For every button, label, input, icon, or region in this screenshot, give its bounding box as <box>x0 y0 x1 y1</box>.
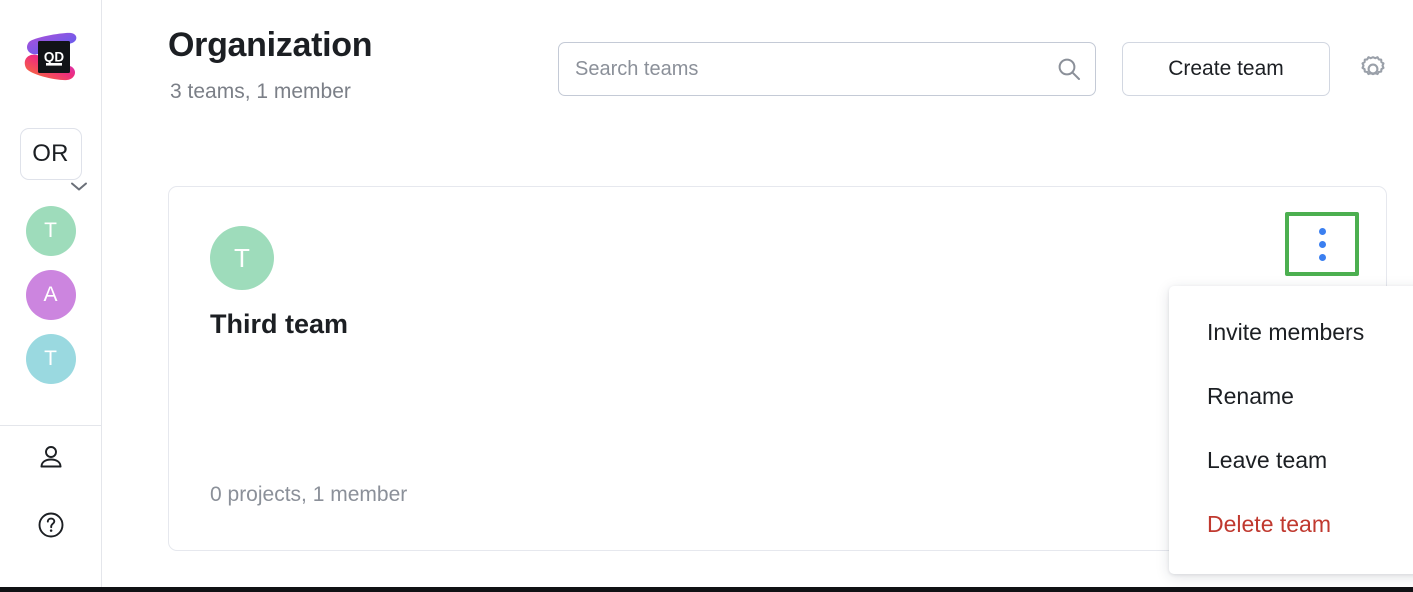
team-avatar: T <box>210 226 274 290</box>
search-input[interactable] <box>558 42 1096 96</box>
create-team-button[interactable]: Create team <box>1122 42 1330 96</box>
sidebar-bottom-actions <box>0 440 101 542</box>
org-switcher[interactable]: OR <box>19 128 87 191</box>
bottom-rule <box>0 587 1413 592</box>
app-root: QD OR T A T Organization 3 teams, 1 memb… <box>0 0 1413 592</box>
team-avatar-initial: T <box>234 242 250 273</box>
qodana-logo[interactable]: QD <box>20 26 82 88</box>
menu-item-leave-team[interactable]: Leave team <box>1169 428 1413 492</box>
sidebar-avatar-list: T A T <box>25 206 76 384</box>
team-name: Third team <box>210 309 349 339</box>
kebab-dot <box>1318 253 1326 261</box>
team-meta: 0 projects, 1 member <box>210 483 408 506</box>
kebab-dot <box>1318 240 1326 248</box>
sidebar-avatar-initial: A <box>43 283 58 306</box>
gear-icon[interactable] <box>1354 50 1392 88</box>
menu-item-delete-team[interactable]: Delete team <box>1169 492 1413 556</box>
page-subtitle: 3 teams, 1 member <box>170 80 351 103</box>
search-teams-field <box>558 42 1096 96</box>
page-title: Organization <box>168 26 373 64</box>
sidebar-avatar-1[interactable]: A <box>25 270 76 320</box>
sidebar-divider <box>0 425 101 426</box>
sidebar-avatar-initial: T <box>44 219 57 242</box>
menu-item-rename[interactable]: Rename <box>1169 364 1413 428</box>
person-icon[interactable] <box>34 440 68 474</box>
team-context-menu: Invite members Rename Leave team Delete … <box>1169 286 1413 574</box>
menu-item-invite-members[interactable]: Invite members <box>1169 300 1413 364</box>
sidebar-avatar-2[interactable]: T <box>25 334 76 384</box>
sidebar-avatar-0[interactable]: T <box>25 206 76 256</box>
more-vertical-icon[interactable] <box>1285 212 1359 276</box>
chevron-down-icon <box>68 179 90 193</box>
sidebar-avatar-initial: T <box>44 347 57 370</box>
org-switcher-label: OR <box>19 128 82 180</box>
sidebar: QD OR T A T <box>0 0 102 592</box>
main-content: Organization 3 teams, 1 member Create te… <box>102 0 1413 592</box>
svg-text:QD: QD <box>43 50 64 65</box>
kebab-dot <box>1318 227 1326 235</box>
page-header: Organization 3 teams, 1 member Create te… <box>168 26 1391 122</box>
help-circle-icon[interactable] <box>34 508 68 542</box>
